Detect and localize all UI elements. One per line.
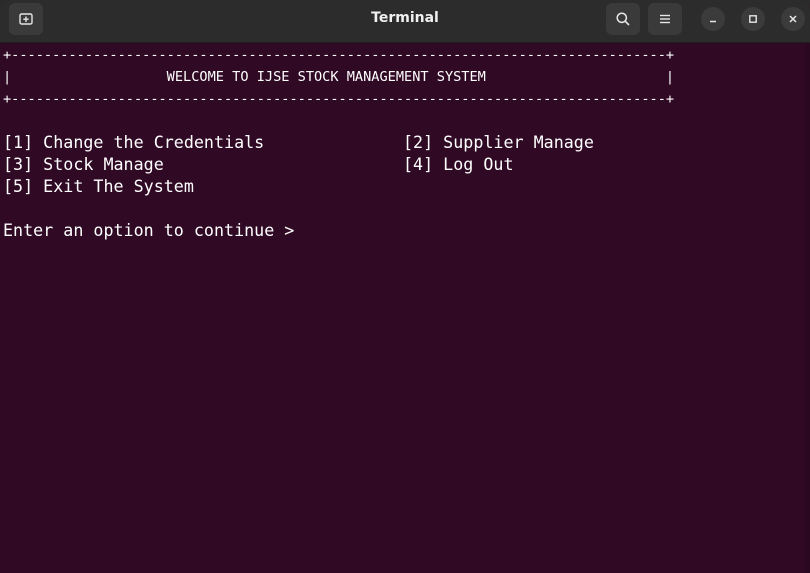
hamburger-menu-icon [660, 14, 670, 24]
minimize-icon [710, 20, 716, 23]
input-prompt: Enter an option to continue > [3, 220, 295, 240]
new-tab-button[interactable] [9, 3, 43, 35]
banner-border-top: +---------------------------------------… [3, 47, 675, 63]
terminal-area[interactable] [0, 43, 806, 573]
terminal-window: Terminal +------------------------------… [0, 0, 810, 573]
new-tab-icon [19, 13, 33, 25]
close-button[interactable] [781, 7, 805, 31]
search-button[interactable] [606, 3, 640, 35]
banner-title: | WELCOME TO IJSE STOCK MANAGEMENT SYSTE… [3, 69, 675, 85]
scrollbar-track[interactable] [806, 43, 810, 573]
search-icon [616, 12, 630, 26]
menu-option-5: [5] Exit The System [3, 176, 194, 196]
menu-option-2: [2] Supplier Manage [403, 132, 594, 152]
menu-option-4: [4] Log Out [403, 154, 514, 174]
maximize-button[interactable] [741, 7, 765, 31]
banner-border-bottom: +---------------------------------------… [3, 91, 675, 107]
window-title: Terminal [371, 10, 439, 26]
menu-option-1: [1] Change the Credentials [3, 132, 265, 152]
maximize-icon [749, 15, 757, 23]
close-icon [789, 15, 797, 23]
menu-button[interactable] [648, 3, 682, 35]
minimize-button[interactable] [701, 7, 725, 31]
title-bar: Terminal [0, 0, 810, 43]
menu-option-3: [3] Stock Manage [3, 154, 164, 174]
